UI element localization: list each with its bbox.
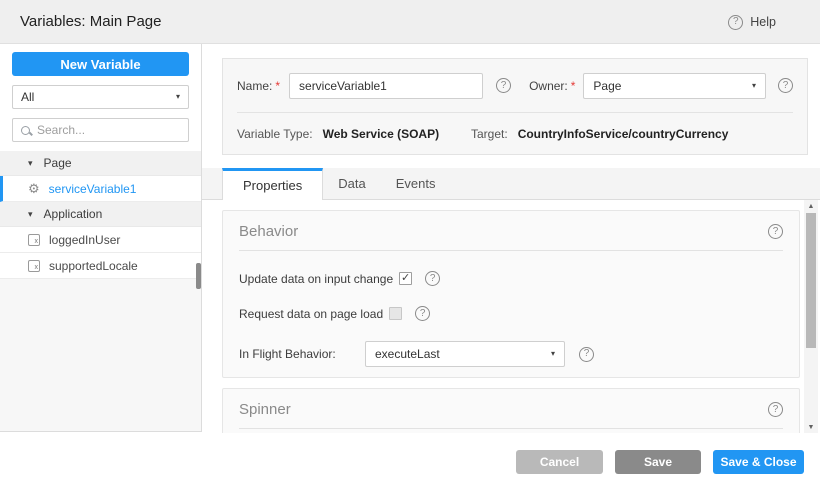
name-label: Name:: [237, 79, 272, 93]
search-input[interactable]: [37, 123, 177, 137]
variable-summary-box: Name: * Owner: * Page Variable Type: Web…: [222, 58, 808, 155]
page-title: Variables: Main Page: [20, 13, 161, 30]
target-label: Target:: [471, 127, 508, 141]
scroll-down-arrow-icon[interactable]: [804, 421, 818, 433]
update-on-input-checkbox[interactable]: [399, 272, 412, 285]
name-owner-row: Name: * Owner: * Page: [237, 59, 793, 112]
tree-group-page[interactable]: Page: [0, 151, 201, 176]
tree-item-loggedinuser[interactable]: loggedInUser: [0, 227, 201, 253]
save-button[interactable]: Save: [615, 450, 701, 474]
sidebar-controls: New Variable All: [0, 44, 201, 151]
search-box: [12, 118, 189, 142]
help-circle-icon: [728, 15, 743, 30]
filter-dropdown[interactable]: All: [12, 85, 189, 109]
tree-item-label: supportedLocale: [49, 259, 138, 273]
target-value: CountryInfoService/countryCurrency: [518, 127, 729, 141]
properties-scroll-area: Behavior Update data on input change Req…: [202, 200, 804, 433]
collapse-caret-icon: [28, 210, 33, 219]
tab-data[interactable]: Data: [323, 168, 380, 199]
request-on-load-help-icon[interactable]: [415, 306, 430, 321]
tab-properties[interactable]: Properties: [222, 168, 323, 200]
tree-item-label: serviceVariable1: [49, 182, 137, 196]
dialog-footer: Cancel Save Save & Close: [0, 433, 820, 487]
properties-scrollbar: [804, 200, 818, 433]
static-variable-icon: [28, 260, 40, 272]
section-divider: [239, 428, 783, 429]
in-flight-help-icon[interactable]: [579, 347, 594, 362]
required-marker: *: [275, 79, 280, 93]
static-variable-icon: [28, 234, 40, 246]
behavior-section-header: Behavior: [239, 223, 783, 240]
tree-item-label: loggedInUser: [49, 233, 120, 247]
collapse-caret-icon: [28, 159, 33, 168]
chevron-down-icon: [752, 82, 756, 90]
filter-value: All: [21, 90, 34, 104]
detail-tabbar: Properties Data Events: [202, 168, 820, 200]
behavior-help-icon[interactable]: [768, 224, 783, 239]
save-and-close-button[interactable]: Save & Close: [713, 450, 804, 474]
in-flight-row: In Flight Behavior: executeLast: [239, 341, 783, 367]
in-flight-label: In Flight Behavior:: [239, 347, 359, 361]
variables-sidebar: New Variable All Page serviceVariable1 A…: [0, 44, 202, 432]
owner-help-icon[interactable]: [778, 78, 793, 93]
cancel-button[interactable]: Cancel: [516, 450, 603, 474]
update-on-input-help-icon[interactable]: [425, 271, 440, 286]
search-icon: [21, 126, 30, 135]
type-target-row: Variable Type: Web Service (SOAP) Target…: [237, 113, 793, 155]
update-on-input-label: Update data on input change: [239, 272, 393, 286]
variable-type-value: Web Service (SOAP): [323, 127, 439, 141]
chevron-down-icon: [551, 350, 555, 358]
name-input[interactable]: [289, 73, 483, 99]
owner-dropdown[interactable]: Page: [583, 73, 766, 99]
tab-events[interactable]: Events: [381, 168, 451, 199]
tree-group-label: Application: [44, 207, 103, 221]
scroll-up-arrow-icon[interactable]: [804, 200, 818, 212]
owner-label: Owner:: [529, 79, 568, 93]
variable-type-group: Variable Type: Web Service (SOAP): [237, 127, 471, 141]
name-help-icon[interactable]: [496, 78, 511, 93]
tree-group-label: Page: [44, 156, 72, 170]
dialog-header: Variables: Main Page Help: [0, 0, 820, 44]
tree-item-servicevariable1[interactable]: serviceVariable1: [0, 176, 201, 202]
section-divider: [239, 250, 783, 251]
request-on-load-label: Request data on page load: [239, 307, 383, 321]
new-variable-button[interactable]: New Variable: [12, 52, 189, 76]
tree-group-application[interactable]: Application: [0, 202, 201, 227]
help-button[interactable]: Help: [728, 0, 776, 44]
sidebar-scrollbar-thumb[interactable]: [196, 263, 201, 289]
spinner-help-icon[interactable]: [768, 402, 783, 417]
required-marker: *: [571, 79, 576, 93]
tree-item-supportedlocale[interactable]: supportedLocale: [0, 253, 201, 279]
request-on-load-checkbox[interactable]: [389, 307, 402, 320]
update-on-input-row: Update data on input change: [239, 271, 783, 286]
scrollbar-thumb[interactable]: [806, 213, 816, 348]
variable-detail-panel: Name: * Owner: * Page Variable Type: Web…: [202, 44, 820, 433]
variables-dialog: Variables: Main Page Help New Variable A…: [0, 0, 820, 487]
behavior-title: Behavior: [239, 223, 298, 240]
variable-type-label: Variable Type:: [237, 127, 313, 141]
chevron-down-icon: [176, 93, 180, 101]
request-on-load-row: Request data on page load: [239, 306, 783, 321]
in-flight-dropdown[interactable]: executeLast: [365, 341, 565, 367]
web-service-gear-icon: [28, 182, 40, 195]
owner-value: Page: [593, 79, 621, 93]
help-label: Help: [750, 15, 776, 29]
spinner-section: Spinner: [222, 388, 800, 433]
in-flight-value: executeLast: [375, 347, 440, 361]
behavior-section: Behavior Update data on input change Req…: [222, 210, 800, 378]
spinner-section-header: Spinner: [239, 401, 783, 418]
spinner-title: Spinner: [239, 401, 291, 418]
